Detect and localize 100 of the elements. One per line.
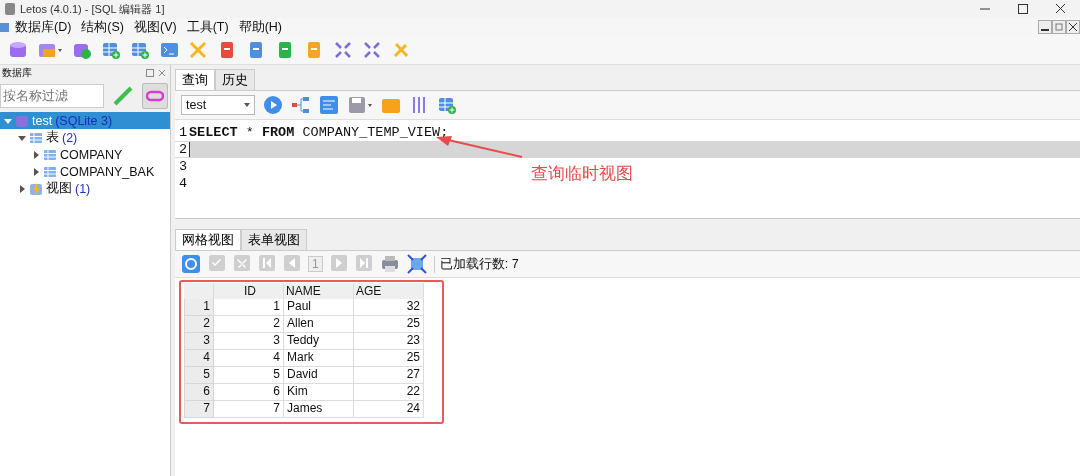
table-icon [29, 130, 43, 145]
expanded-icon[interactable] [4, 116, 12, 125]
tree-item[interactable]: 表 (2) [0, 129, 170, 146]
line-number: 2 [175, 142, 189, 157]
row-header[interactable]: 1 [184, 299, 214, 316]
flow-icon[interactable] [291, 95, 311, 115]
save-icon[interactable] [347, 95, 373, 115]
document-icon [0, 20, 10, 34]
menu-item[interactable]: 数据库(D) [10, 18, 77, 36]
table-cell: 2 [214, 316, 284, 333]
table-cell: 3 [214, 333, 284, 350]
table-cell: 27 [354, 367, 424, 384]
table-cell: 25 [354, 350, 424, 367]
tab[interactable]: 查询 [175, 69, 215, 90]
menu-item[interactable]: 结构(S) [76, 18, 130, 36]
tab[interactable]: 表单视图 [241, 229, 307, 250]
menu-item[interactable]: 帮助(H) [233, 18, 288, 36]
text-cursor [189, 142, 190, 157]
header-corner [184, 283, 214, 299]
count-label: (SQLite 3) [55, 113, 113, 128]
table-cell: 25 [354, 316, 424, 333]
collapse-icon[interactable] [333, 40, 353, 60]
table-add-icon[interactable] [130, 40, 150, 60]
table-cell: Mark [284, 350, 354, 367]
expanded-icon[interactable] [18, 133, 26, 142]
menu-item[interactable]: 工具(T) [181, 18, 234, 36]
tab[interactable]: 历史 [215, 69, 255, 90]
view-icon [29, 181, 43, 196]
tree-item[interactable]: 视图 (1) [0, 180, 170, 197]
caret-icon [244, 103, 250, 107]
table-cell: 7 [214, 401, 284, 418]
code-text: SELECT* FROM COMPANY_TEMP_VIEW; [189, 125, 449, 140]
row-header[interactable]: 3 [184, 333, 214, 350]
terminal-icon[interactable] [159, 40, 179, 60]
panel-title: 数据库 [2, 66, 32, 80]
table-cell: James [284, 401, 354, 418]
count-label: (2) [62, 130, 78, 145]
expand-icon[interactable] [362, 40, 382, 60]
table-cell: 24 [354, 401, 424, 418]
tree-item[interactable]: test (SQLite 3) [0, 112, 170, 129]
table-cell: 4 [214, 350, 284, 367]
refresh-icon[interactable] [181, 254, 201, 274]
table-cell: 1 [214, 299, 284, 316]
table-cell: David [284, 367, 354, 384]
previous-page-icon[interactable] [283, 254, 301, 274]
database-icon[interactable] [8, 40, 28, 60]
column-header[interactable]: AGE [354, 283, 424, 299]
tree-item[interactable]: COMPANY [0, 146, 170, 163]
table-cell: 32 [354, 299, 424, 316]
tree-label: COMPANY [60, 147, 123, 162]
link-icon [146, 90, 164, 102]
table-cell: Allen [284, 316, 354, 333]
loaded-rows-label: 已加载行数: 7 [433, 255, 519, 273]
row-header[interactable]: 5 [184, 367, 214, 384]
minimize-icon[interactable] [1038, 20, 1052, 34]
table-cell: 6 [214, 384, 284, 401]
row-header[interactable]: 6 [184, 384, 214, 401]
table-icon [43, 164, 57, 179]
table-cell: 22 [354, 384, 424, 401]
collapsed-icon[interactable] [32, 167, 40, 176]
connection-select[interactable]: test [181, 95, 255, 115]
table-cell: Paul [284, 299, 354, 316]
collapsed-icon[interactable] [18, 184, 26, 193]
tree-item[interactable]: COMPANY_BAK [0, 163, 170, 180]
table-cell: 23 [354, 333, 424, 350]
fit-icon[interactable] [406, 254, 427, 274]
row-header[interactable]: 4 [184, 350, 214, 367]
tree-label: 视图 [46, 180, 72, 197]
window-title: Letos (4.0.1) - [SQL 编辑器 1] [20, 1, 166, 17]
menu-item[interactable]: 视图(V) [129, 18, 182, 36]
tree-label: test [32, 113, 53, 128]
next-page-icon[interactable] [329, 254, 348, 274]
row-header[interactable]: 7 [184, 401, 214, 418]
tab[interactable]: 网格视图 [175, 229, 241, 250]
table-add-icon[interactable] [437, 95, 457, 115]
play-icon[interactable] [263, 95, 283, 115]
print-icon[interactable] [379, 254, 400, 274]
cancel-icon[interactable] [233, 254, 251, 274]
app-icon [4, 2, 16, 16]
link-button[interactable] [142, 83, 168, 109]
first-page-icon[interactable] [258, 254, 276, 274]
filter-field[interactable]: 按名称过滤 [0, 84, 104, 108]
tree-label: COMPANY_BAK [60, 164, 155, 179]
tree-label: 表 [46, 129, 59, 146]
count-label: (1) [75, 181, 91, 196]
float-icon[interactable] [146, 69, 154, 77]
last-page-icon[interactable] [354, 254, 373, 274]
row-header[interactable]: 2 [184, 316, 214, 333]
annotation-text: 查询临时视图 [531, 163, 633, 185]
check-icon[interactable] [208, 254, 226, 274]
collapsed-icon[interactable] [32, 150, 40, 159]
table-icon [43, 147, 57, 162]
close-icon[interactable] [1066, 20, 1080, 34]
database-icon [15, 113, 29, 128]
column-header[interactable]: NAME [284, 283, 354, 299]
column-header[interactable]: ID [214, 283, 284, 299]
table-cell: Teddy [284, 333, 354, 350]
list-icon[interactable] [319, 95, 339, 115]
table-add-icon[interactable] [101, 40, 121, 60]
table-cell: 5 [214, 367, 284, 384]
